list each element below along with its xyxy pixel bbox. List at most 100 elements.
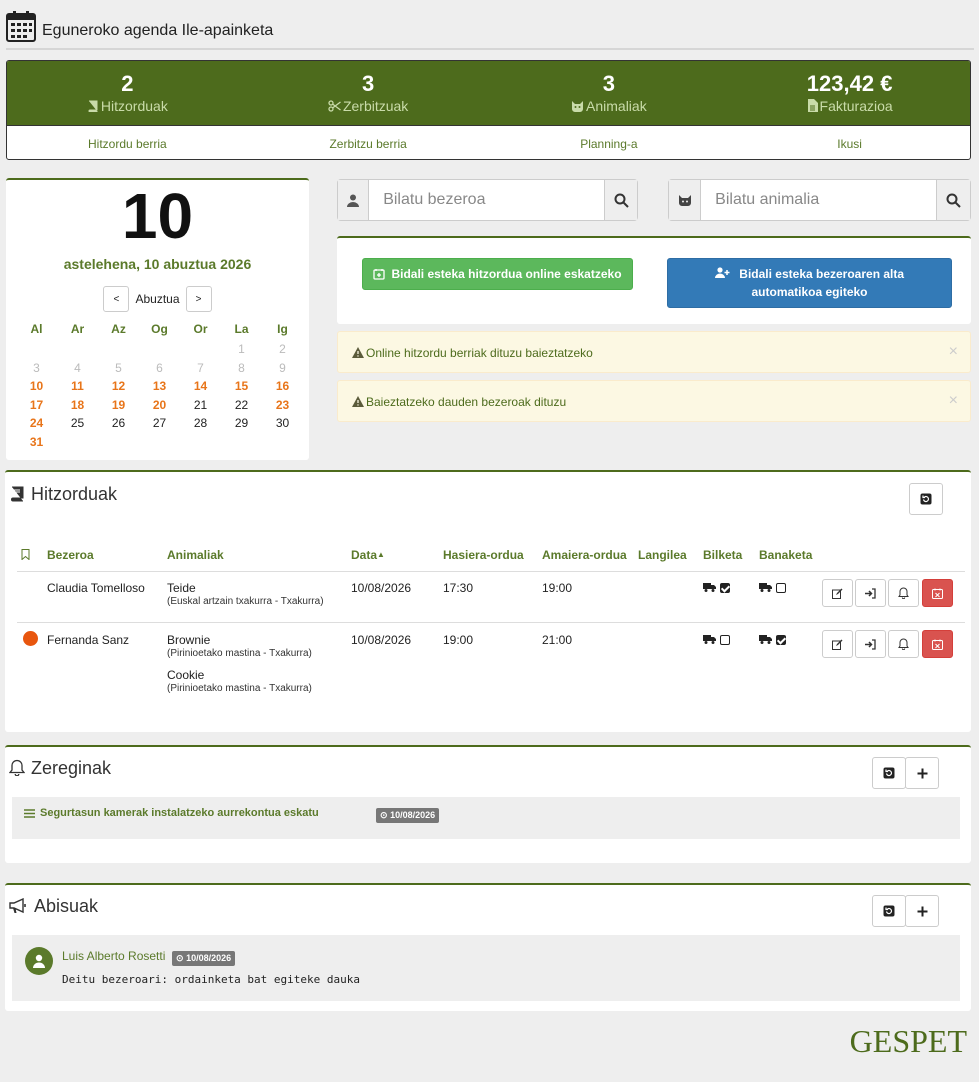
add-notice-button[interactable] [905, 895, 939, 927]
calendar-day[interactable]: 22 [221, 398, 262, 417]
calendar-day[interactable]: 11 [57, 379, 98, 398]
row-client[interactable]: Fernanda Sanz [47, 633, 129, 647]
close-icon[interactable]: × [949, 343, 958, 361]
notice-author[interactable]: Luis Alberto Rosetti [62, 949, 165, 963]
calendar-day[interactable]: 31 [16, 435, 57, 454]
col-client[interactable]: Bezeroa [47, 548, 94, 562]
col-pickup[interactable]: Bilketa [703, 548, 742, 562]
pickup-checkbox[interactable] [720, 635, 730, 645]
col-end-time[interactable]: Amaiera-ordua [542, 548, 627, 562]
send-client-signup-link-label: Bidali esteka bezeroaren alta automatiko… [739, 267, 905, 299]
calendar-day[interactable]: 20 [139, 398, 180, 417]
weekday-header: Al [30, 322, 43, 336]
row-animal[interactable]: Cookie (Pirinioetako mastina - Txakurra) [167, 668, 312, 694]
calendar-day[interactable]: 5 [98, 361, 139, 380]
close-icon[interactable]: × [949, 392, 958, 410]
calendar-day[interactable]: 29 [221, 416, 262, 435]
animal-search-button[interactable] [936, 180, 970, 220]
calendar-day[interactable]: 13 [139, 379, 180, 398]
row-animal[interactable]: Teide (Euskal artzain txakurra - Txakurra… [167, 581, 324, 607]
calendar-day[interactable]: 10 [16, 379, 57, 398]
calendar-day[interactable]: 28 [180, 416, 221, 435]
refresh-appointments-button[interactable] [909, 483, 943, 515]
row-animal[interactable]: Brownie (Pirinioetako mastina - Txakurra) [167, 633, 312, 659]
col-date[interactable]: Data▲ [351, 548, 385, 562]
col-animals[interactable]: Animaliak [167, 548, 224, 562]
row-pickup[interactable] [703, 633, 730, 647]
new-appointment-link[interactable]: Hitzordu berria [7, 126, 248, 159]
calendar-day[interactable]: 25 [57, 416, 98, 435]
client-search-input[interactable] [369, 180, 605, 220]
planning-link[interactable]: Planning-a [489, 126, 730, 159]
add-task-button[interactable] [905, 757, 939, 789]
notices-title: Abisuak [9, 896, 98, 917]
calendar-day[interactable]: 8 [221, 361, 262, 380]
calendar-day[interactable]: 4 [57, 361, 98, 380]
calendar-day[interactable]: 27 [139, 416, 180, 435]
weekday-header: La [234, 322, 249, 336]
calendar-day[interactable]: 24 [16, 416, 57, 435]
calendar-day[interactable]: 21 [180, 398, 221, 417]
stat-value: 2 [121, 71, 134, 96]
weekday-header: Az [111, 322, 126, 336]
calendar-day[interactable]: 17 [16, 398, 57, 417]
calendar-day[interactable]: 18 [57, 398, 98, 417]
row-pickup[interactable] [703, 581, 730, 595]
calendar-grid: Al Ar Az Og Or La Ig 1 2 3 4 5 6 7 8 9 10 11 12 13 14 15 16 17 1… [16, 320, 309, 453]
calendar-day[interactable]: 19 [98, 398, 139, 417]
delivery-checkbox[interactable] [776, 635, 786, 645]
cancel-appointment-button[interactable] [922, 579, 953, 607]
col-staff[interactable]: Langilea [638, 548, 687, 562]
stat-value: 3 [602, 71, 615, 96]
edit-button[interactable] [822, 579, 853, 607]
new-service-link[interactable]: Zerbitzu berria [248, 126, 489, 159]
row-delivery[interactable] [759, 633, 786, 647]
cancel-appointment-button[interactable] [922, 630, 953, 658]
clock-icon: ⊙ [176, 953, 184, 963]
notice-item: Luis Alberto Rosetti ⊙ 10/08/2026 Deitu … [12, 935, 960, 1001]
calendar-day[interactable]: 6 [139, 361, 180, 380]
check-in-button[interactable] [855, 630, 886, 658]
truck-icon [759, 635, 772, 644]
calendar-day[interactable]: 15 [221, 379, 262, 398]
send-online-appointment-link-button[interactable]: Bidali esteka hitzordua online eskatzeko [362, 258, 633, 290]
row-client[interactable]: Claudia Tomelloso [47, 581, 145, 595]
calendar-day[interactable]: 2 [262, 342, 303, 361]
calendar-day[interactable]: 23 [262, 398, 303, 417]
row-delivery[interactable] [759, 581, 786, 595]
calendar-empty [98, 342, 139, 361]
client-search-button[interactable] [604, 180, 637, 220]
stat-label: Hitzorduak [100, 98, 168, 114]
calendar-day[interactable]: 7 [180, 361, 221, 380]
check-in-button[interactable] [855, 579, 886, 607]
calendar-day[interactable]: 3 [16, 361, 57, 380]
actions-panel: Bidali esteka hitzordua online eskatzeko… [337, 236, 971, 324]
col-start-time[interactable]: Hasiera-ordua [443, 548, 524, 562]
col-delivery[interactable]: Banaketa [759, 548, 812, 562]
edit-button[interactable] [822, 630, 853, 658]
calendar-day[interactable]: 30 [262, 416, 303, 435]
calendar-day[interactable]: 12 [98, 379, 139, 398]
calendar-day[interactable]: 26 [98, 416, 139, 435]
next-month-button[interactable]: > [185, 286, 212, 312]
stat-value: 3 [362, 71, 375, 96]
prev-month-button[interactable]: < [103, 286, 130, 312]
calendar-day[interactable]: 1 [221, 342, 262, 361]
view-billing-link[interactable]: Ikusi [729, 126, 970, 159]
plus-icon [917, 768, 927, 778]
calendar-day[interactable]: 14 [180, 379, 221, 398]
refresh-notices-button[interactable] [872, 895, 906, 927]
delivery-checkbox[interactable] [776, 583, 786, 593]
page-header: Eguneroko agenda Ile-apainketa [6, 8, 974, 50]
notify-button[interactable] [888, 579, 919, 607]
send-client-signup-link-button[interactable]: Bidali esteka bezeroaren alta automatiko… [667, 258, 952, 308]
calendar-day[interactable]: 16 [262, 379, 303, 398]
task-item[interactable]: Segurtasun kamerak instalatzeko aurrekon… [12, 797, 960, 839]
weekday-header: Ig [277, 322, 288, 336]
pickup-checkbox[interactable] [720, 583, 730, 593]
notify-button[interactable] [888, 630, 919, 658]
sign-in-icon [865, 587, 876, 599]
refresh-tasks-button[interactable] [872, 757, 906, 789]
calendar-day[interactable]: 9 [262, 361, 303, 380]
animal-search-input[interactable] [701, 180, 937, 220]
